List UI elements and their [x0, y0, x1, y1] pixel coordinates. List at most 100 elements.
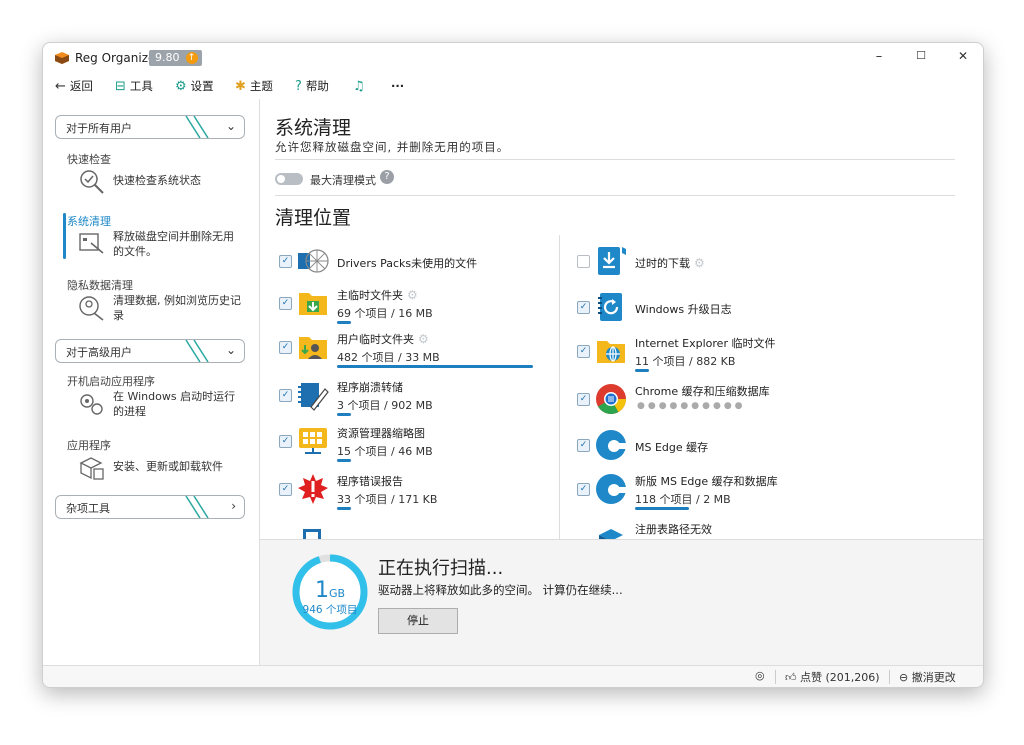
- sidebar-item-system-cleanup[interactable]: 系统清理 释放磁盘空间并删除无用的文件。: [63, 213, 247, 263]
- item-progress-bar: [337, 365, 533, 368]
- sidebar-item-privacy-cleanup[interactable]: 隐私数据清理 清理数据, 例如浏览历史记录: [67, 277, 247, 327]
- item-checkbox[interactable]: ✓: [279, 255, 292, 268]
- undo-label: 撤消更改: [911, 671, 956, 684]
- sidebar-item-title: 隐私数据清理: [67, 279, 133, 292]
- scan-status-title: 正在执行扫描...: [378, 558, 504, 579]
- item-checkbox[interactable]: [577, 255, 590, 268]
- like-button[interactable]: 👍︎ 点赞 (201,206): [785, 669, 880, 685]
- sidebar-item-desc: 快速检查系统状态: [113, 174, 201, 187]
- cleanup-item-drivers-packs[interactable]: ✓ Drivers Packs未使用的文件: [275, 241, 545, 285]
- item-name: MS Edge 缓存: [635, 441, 709, 454]
- freed-space-value: 1: [314, 578, 329, 603]
- decorative-slashes-icon: [185, 496, 209, 518]
- theme-menu[interactable]: ✱ 主题: [235, 77, 273, 95]
- cleanup-item-chrome-cache[interactable]: ✓ Chrome 缓存和压缩数据库 ●●●●●●●●●●: [573, 379, 843, 423]
- back-arrow-icon: ←: [55, 79, 66, 94]
- item-name: Internet Explorer 临时文件: [635, 337, 776, 350]
- notifications-button[interactable]: ♫: [353, 77, 369, 95]
- cleanup-item-invalid-registry-paths[interactable]: 注册表路径无效: [573, 517, 843, 539]
- sidebar-item-title: 快速检查: [67, 153, 111, 166]
- sidebar-item-applications[interactable]: 应用程序 安装、更新或卸载软件: [67, 437, 247, 487]
- loading-indicator: ●●●●●●●●●●: [637, 401, 746, 411]
- group-advanced-label: 对于高级用户: [66, 346, 132, 359]
- version-badge[interactable]: 9.80 ↑: [149, 50, 202, 66]
- privacy-icon: [79, 296, 104, 321]
- help-icon[interactable]: ?: [380, 170, 394, 184]
- scanned-items-count: 946 个项目: [302, 604, 358, 616]
- settings-menu[interactable]: ⚙ 设置: [175, 77, 214, 95]
- back-button[interactable]: ← 返回: [55, 77, 93, 95]
- cleanup-item-new-edge-cache[interactable]: ✓ 新版 MS Edge 缓存和数据库 118 个项目 / 2 MB: [573, 469, 843, 513]
- stop-button[interactable]: 停止: [378, 608, 458, 634]
- item-checkbox[interactable]: ✓: [577, 393, 590, 406]
- thumbs-up-icon: 👍︎: [785, 671, 800, 684]
- driver-web-icon: [298, 249, 329, 273]
- group-all-users-label: 对于所有用户: [66, 122, 132, 135]
- headset-icon[interactable]: ◎: [755, 669, 765, 682]
- item-checkbox[interactable]: ✓: [577, 345, 590, 358]
- group-advanced-dropdown[interactable]: 对于高级用户 ⌄: [55, 339, 245, 363]
- item-checkbox[interactable]: ✓: [577, 439, 590, 452]
- update-arrow-icon: ↑: [185, 52, 198, 64]
- maximize-button[interactable]: ☐: [909, 49, 933, 67]
- tools-menu[interactable]: ⊟ 工具: [115, 77, 153, 95]
- refresh-notebook-icon: [598, 293, 622, 321]
- item-name: 注册表路径无效: [635, 523, 712, 536]
- item-name-text: 用户临时文件夹: [337, 333, 414, 346]
- cleanup-item-windows-upgrade-logs[interactable]: ✓ Windows 升级日志: [573, 287, 843, 331]
- sidebar-item-desc: 释放磁盘空间并删除无用的文件。: [113, 230, 234, 258]
- item-name: 程序崩溃转储: [337, 381, 403, 394]
- item-name: Chrome 缓存和压缩数据库: [635, 385, 770, 398]
- item-checkbox[interactable]: ✓: [279, 483, 292, 496]
- startup-gears-icon: [80, 394, 103, 415]
- item-checkbox[interactable]: ✓: [577, 483, 590, 496]
- group-all-users-dropdown[interactable]: 对于所有用户 ⌄: [55, 115, 245, 139]
- thumbnail-grid-icon: [299, 428, 327, 454]
- item-checkbox[interactable]: ✓: [279, 435, 292, 448]
- item-checkbox[interactable]: ✓: [279, 341, 292, 354]
- error-burst-icon: [298, 474, 328, 504]
- max-cleanup-label: 最大清理模式: [310, 174, 376, 187]
- cleanup-item-old-downloads[interactable]: 过时的下载 ⚙: [573, 241, 843, 285]
- sidebar-item-title: 系统清理: [67, 215, 111, 228]
- more-button[interactable]: ···: [391, 77, 404, 95]
- cleanup-item-user-temp[interactable]: ✓ 用户临时文件夹 ⚙ 482 个项目 / 33 MB: [275, 327, 545, 371]
- cleanup-item-explorer-thumbnails[interactable]: ✓ 资源管理器缩略图 15 个项目 / 46 MB: [275, 421, 545, 465]
- cleanup-item-edge-cache[interactable]: ✓ MS Edge 缓存: [573, 425, 843, 469]
- max-cleanup-toggle[interactable]: [275, 173, 303, 185]
- item-count: 482 个项目 / 33 MB: [337, 351, 440, 364]
- like-label: 点赞 (201,206): [800, 671, 880, 684]
- item-name: 用户临时文件夹 ⚙: [337, 331, 429, 347]
- status-separator: [889, 670, 890, 684]
- cleanup-item-partial: [275, 519, 545, 539]
- cleanup-item-ie-temp[interactable]: ✓ Internet Explorer 临时文件 11 个项目 / 882 KB: [573, 331, 843, 375]
- item-count: 15 个项目 / 46 MB: [337, 445, 433, 458]
- cleanup-item-main-temp[interactable]: ✓ 主临时文件夹 ⚙ 69 个项目 / 16 MB: [275, 283, 545, 327]
- cleanup-item-error-reports[interactable]: ✓ 程序错误报告 33 个项目 / 171 KB: [275, 469, 545, 513]
- download-tray-icon: [598, 247, 626, 275]
- undo-changes-button[interactable]: ⊖ 撤消更改: [899, 669, 956, 685]
- item-checkbox[interactable]: ✓: [279, 297, 292, 310]
- item-checkbox[interactable]: ✓: [279, 389, 292, 402]
- item-name-text: 主临时文件夹: [337, 289, 403, 302]
- item-name: 资源管理器缩略图: [337, 427, 425, 440]
- close-button[interactable]: ✕: [951, 49, 975, 67]
- gear-icon[interactable]: ⚙: [694, 256, 705, 270]
- chrome-logo-icon: [596, 384, 626, 415]
- minimize-button[interactable]: –: [867, 49, 891, 67]
- edge-logo-icon: [596, 430, 627, 460]
- chevron-down-icon: ⌄: [225, 343, 236, 357]
- sidebar-item-desc: 安装、更新或卸载软件: [113, 460, 223, 473]
- item-name: 主临时文件夹 ⚙: [337, 287, 418, 303]
- group-misc-tools-button[interactable]: 杂项工具 ›: [55, 495, 245, 519]
- crash-dump-chip-icon: [298, 383, 329, 411]
- app-logo-icon: [55, 52, 69, 64]
- sidebar-item-startup-apps[interactable]: 开机启动应用程序 在 Windows 启动时运行的进程: [67, 373, 247, 425]
- sidebar-item-quick-check[interactable]: 快速检查 快速检查系统状态: [67, 151, 247, 201]
- item-checkbox[interactable]: ✓: [577, 301, 590, 314]
- gear-icon[interactable]: ⚙: [418, 332, 429, 346]
- help-menu[interactable]: ? 帮助: [295, 77, 329, 95]
- cleanup-item-crash-dumps[interactable]: ✓ 程序崩溃转储 3 个项目 / 902 MB: [275, 375, 545, 419]
- item-progress-bar: [337, 507, 351, 510]
- gear-icon[interactable]: ⚙: [407, 288, 418, 302]
